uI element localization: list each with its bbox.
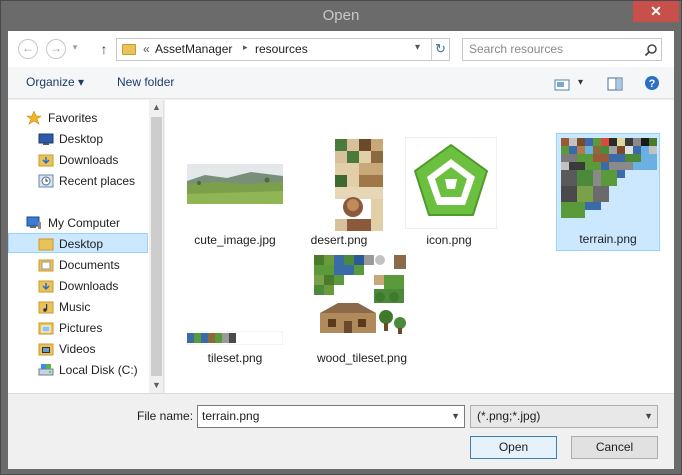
scroll-up-icon[interactable]: ▲ bbox=[149, 100, 163, 115]
desktop-icon bbox=[38, 133, 54, 145]
up-button[interactable]: ↑ bbox=[96, 39, 112, 59]
address-bar[interactable]: « AssetManager ▸ resources ▾ ↻ bbox=[116, 38, 450, 61]
videos-folder-icon bbox=[38, 343, 54, 356]
breadcrumb-resources[interactable]: resources bbox=[255, 42, 308, 56]
sidebar-item-pictures[interactable]: Pictures bbox=[8, 318, 148, 338]
file-name: icon.png bbox=[426, 233, 472, 247]
sidebar-item-music[interactable]: Music bbox=[8, 297, 148, 317]
breadcrumb-separator[interactable]: ▸ bbox=[243, 42, 248, 53]
navigation-pane: Favorites Desktop Downloads Recent place… bbox=[8, 100, 164, 393]
computer-icon bbox=[26, 216, 41, 229]
terrain-tileset-thumbnail bbox=[561, 138, 657, 230]
forward-button[interactable]: → bbox=[46, 39, 66, 59]
sidebar-item-label: Recent places bbox=[59, 174, 136, 188]
organize-button[interactable]: Organize ▾ bbox=[26, 75, 84, 89]
sidebar-item-downloads[interactable]: Downloads bbox=[8, 150, 148, 170]
preview-pane-icon[interactable] bbox=[607, 76, 623, 92]
search-icon[interactable] bbox=[644, 42, 658, 58]
open-button[interactable]: Open bbox=[470, 436, 557, 459]
back-button[interactable]: ← bbox=[18, 39, 38, 59]
sidebar-item-label: Desktop bbox=[59, 237, 104, 251]
sidebar-item-label: Downloads bbox=[59, 279, 119, 293]
sidebar-item-label: Local Disk (C:) bbox=[59, 363, 138, 377]
file-item-terrain[interactable]: terrain.png bbox=[556, 133, 660, 251]
tileset-strip-thumbnail bbox=[187, 331, 283, 345]
address-dropdown-icon[interactable]: ▾ bbox=[415, 42, 420, 53]
file-name-label: File name: bbox=[137, 409, 194, 423]
new-folder-button[interactable]: New folder bbox=[117, 75, 174, 89]
svg-text:?: ? bbox=[649, 78, 656, 90]
wood-tileset-thumbnail bbox=[314, 255, 410, 347]
help-icon[interactable]: ? bbox=[644, 75, 660, 91]
drive-icon bbox=[38, 364, 54, 376]
sidebar-item-label: Documents bbox=[59, 258, 120, 272]
file-name: tileset.png bbox=[207, 351, 263, 365]
folder-icon bbox=[122, 44, 136, 55]
search-input[interactable]: Search resources bbox=[462, 38, 662, 61]
sidebar-item-videos[interactable]: Videos bbox=[8, 339, 148, 359]
downloads-folder-icon bbox=[38, 154, 54, 167]
open-dialog: Open ✕ ← → ▾ ↑ « AssetManager ▸ resource… bbox=[0, 0, 682, 475]
favorites-group[interactable]: Favorites bbox=[8, 108, 148, 128]
file-item-icon[interactable]: icon.png bbox=[397, 133, 501, 251]
view-options-icon[interactable] bbox=[554, 77, 570, 93]
sidebar-item-label: Music bbox=[59, 300, 91, 314]
sidebar-item-desktop[interactable]: Desktop bbox=[8, 129, 148, 149]
sidebar-item-recent-places[interactable]: Recent places bbox=[8, 171, 148, 191]
file-item-wood-tileset[interactable]: wood_tileset.png bbox=[310, 251, 414, 369]
sidebar-item-label: Desktop bbox=[59, 132, 104, 146]
file-type-value[interactable]: (*.png;*.jpg) bbox=[477, 409, 540, 423]
sidebar-item-label: Downloads bbox=[59, 153, 119, 167]
file-list: cute_image.jpg desert.png icon.png terra… bbox=[165, 100, 674, 393]
recent-places-icon bbox=[38, 174, 54, 188]
sidebar-item-downloads-2[interactable]: Downloads bbox=[8, 276, 148, 296]
file-name-field[interactable]: terrain.png ▼ bbox=[197, 405, 465, 428]
view-dropdown-icon[interactable]: ▾ bbox=[578, 77, 583, 88]
file-name: wood_tileset.png bbox=[316, 351, 408, 365]
pictures-folder-icon bbox=[38, 322, 54, 335]
cancel-button[interactable]: Cancel bbox=[571, 436, 658, 459]
file-item-cute-image[interactable]: cute_image.jpg bbox=[183, 133, 287, 251]
toolbar: Organize ▾ New folder ▾ ? bbox=[8, 67, 674, 99]
sidebar-item-desktop-2[interactable]: Desktop bbox=[8, 233, 148, 253]
window-title: Open bbox=[322, 7, 360, 24]
breadcrumb-assetmanager[interactable]: AssetManager bbox=[155, 42, 232, 56]
sidebar-item-local-disk[interactable]: Local Disk (C:) bbox=[8, 360, 148, 380]
scroll-down-icon[interactable]: ▼ bbox=[149, 378, 163, 393]
file-name: desert.png bbox=[310, 233, 368, 247]
refresh-button[interactable]: ↻ bbox=[431, 39, 449, 60]
desert-tileset-thumbnail bbox=[335, 139, 383, 231]
sidebar-item-label: Videos bbox=[59, 342, 96, 356]
folder-icon bbox=[38, 238, 54, 251]
downloads-folder-icon bbox=[38, 280, 54, 293]
file-item-desert[interactable]: desert.png bbox=[287, 133, 391, 251]
file-name-value[interactable]: terrain.png bbox=[202, 409, 259, 423]
landscape-thumbnail bbox=[187, 164, 283, 204]
music-folder-icon bbox=[38, 301, 54, 314]
scroll-thumb[interactable] bbox=[151, 117, 162, 376]
navigation-scrollbar[interactable]: ▲ ▼ bbox=[149, 100, 163, 393]
star-icon bbox=[26, 111, 42, 125]
file-name: terrain.png bbox=[579, 232, 637, 246]
address-row: ← → ▾ ↑ « AssetManager ▸ resources ▾ ↻ S… bbox=[8, 31, 674, 67]
sidebar-item-label: Pictures bbox=[59, 321, 103, 335]
my-computer-group[interactable]: My Computer bbox=[8, 213, 148, 233]
breadcrumb-overflow[interactable]: « bbox=[143, 42, 150, 56]
documents-folder-icon bbox=[38, 259, 54, 272]
file-name: cute_image.jpg bbox=[194, 233, 276, 247]
dialog-body: ← → ▾ ↑ « AssetManager ▸ resources ▾ ↻ S… bbox=[8, 31, 674, 469]
dialog-footer: File name: terrain.png ▼ (*.png;*.jpg) ▼… bbox=[8, 393, 674, 469]
favorites-label: Favorites bbox=[48, 111, 98, 125]
recent-locations-icon[interactable]: ▾ bbox=[70, 39, 80, 59]
close-button[interactable]: ✕ bbox=[633, 1, 679, 22]
chevron-down-icon[interactable]: ▼ bbox=[451, 406, 460, 427]
file-item-tileset[interactable]: tileset.png bbox=[183, 251, 287, 369]
my-computer-label: My Computer bbox=[48, 216, 121, 230]
file-type-select[interactable]: (*.png;*.jpg) ▼ bbox=[470, 405, 658, 428]
sidebar-item-documents[interactable]: Documents bbox=[8, 255, 148, 275]
pentagon-logo-thumbnail bbox=[405, 137, 497, 229]
chevron-down-icon[interactable]: ▼ bbox=[644, 406, 653, 427]
